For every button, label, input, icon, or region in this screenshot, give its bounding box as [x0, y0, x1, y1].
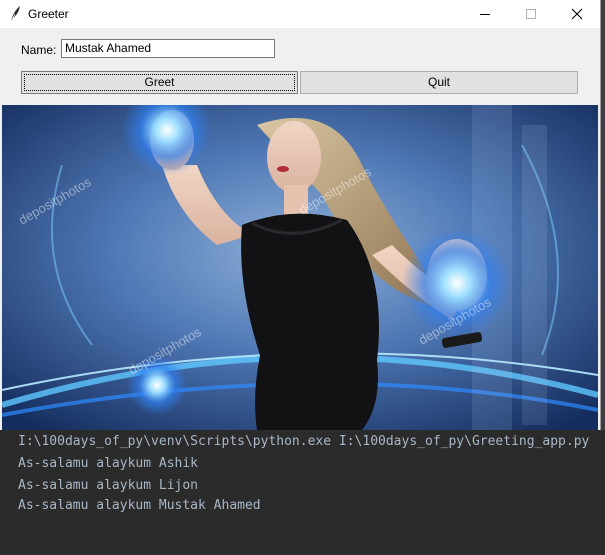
console-command: I:\100days_of_py\venv\Scripts\python.exe… — [18, 434, 590, 449]
minimize-icon — [480, 14, 490, 15]
greeter-window: Greeter Name: Mustak Ahamed Greet Quit d… — [0, 0, 601, 430]
greet-button[interactable]: Greet — [21, 71, 298, 94]
console-output-line: As-salamu alaykum Ashik — [18, 456, 199, 471]
name-input[interactable]: Mustak Ahamed — [61, 39, 275, 58]
quit-button-label: Quit — [427, 75, 450, 89]
maximize-button[interactable] — [508, 0, 554, 28]
feather-icon — [8, 5, 22, 23]
console-output-line: As-salamu alaykum Lijon — [18, 478, 199, 493]
close-icon — [571, 8, 583, 20]
quit-button[interactable]: Quit — [300, 71, 578, 94]
run-console: I:\100days_of_py\venv\Scripts\python.exe… — [0, 430, 605, 555]
close-button[interactable] — [554, 0, 600, 28]
window-title: Greeter — [28, 7, 69, 21]
minimize-button[interactable] — [462, 0, 508, 28]
maximize-icon — [526, 9, 536, 19]
title-bar[interactable]: Greeter — [0, 0, 600, 28]
focus-ring — [24, 74, 295, 91]
name-label: Name: — [21, 43, 57, 57]
greeting-image: depositphotos depositphotos depositphoto… — [2, 105, 598, 430]
console-output-line: As-salamu alaykum Mustak Ahamed — [18, 498, 261, 513]
